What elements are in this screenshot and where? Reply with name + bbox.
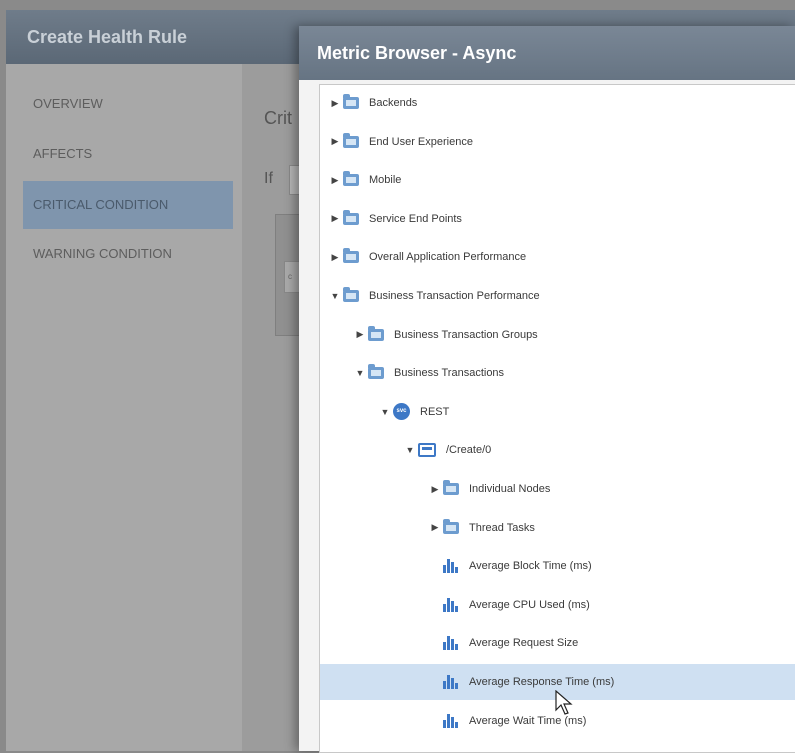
tree-item-label: Overall Application Performance <box>369 251 527 264</box>
mouse-pointer-icon <box>555 690 573 715</box>
folder-icon <box>343 132 359 148</box>
health-rule-sidebar: OVERVIEW AFFECTS CRITICAL CONDITION WARN… <box>6 64 242 751</box>
condition-input-text: c <box>288 272 292 281</box>
expand-arrow-right-icon[interactable]: ▶ <box>355 329 365 340</box>
expand-arrow-down-icon[interactable]: ▼ <box>380 407 390 417</box>
folder-icon <box>368 325 384 341</box>
metric-tree-node[interactable]: ▼ Business Transactions <box>320 355 795 391</box>
metric-tree-node[interactable]: ▶ Thread Tasks <box>320 510 795 546</box>
metric-icon <box>443 636 458 651</box>
metric-tree-node[interactable]: ▶ Overall Application Performance <box>320 239 795 275</box>
folder-icon <box>343 248 359 264</box>
metric-icon <box>443 597 458 612</box>
metric-tree-node[interactable]: ▶ Business Transaction Groups <box>320 317 795 353</box>
expand-arrow-down-icon[interactable]: ▼ <box>405 445 415 455</box>
metric-tree-node[interactable]: ▶ Backends <box>320 85 795 121</box>
folder-icon <box>343 209 359 225</box>
metric-tree-node[interactable]: ▶ Individual Nodes <box>320 471 795 507</box>
metric-icon <box>443 713 458 728</box>
metric-icon <box>443 559 458 574</box>
tree-item-label: Business Transaction Performance <box>369 290 540 302</box>
metric-browser-modal: Metric Browser - Async ▶ Backends ▶ End Use… <box>299 26 795 753</box>
metric-icon <box>443 675 458 689</box>
expand-arrow-right-icon[interactable]: ▶ <box>330 213 340 224</box>
metric-tree-leaf[interactable]: Average CPU Used (ms) <box>320 587 795 623</box>
if-label: If <box>264 170 273 187</box>
folder-icon <box>443 480 459 495</box>
expand-arrow-right-icon[interactable]: ▶ <box>430 522 440 533</box>
tree-item-label: Average CPU Used (ms) <box>469 598 590 611</box>
expand-arrow-right-icon[interactable]: ▶ <box>330 175 340 186</box>
metric-tree-node[interactable]: ▼ /Create/0 <box>320 432 795 468</box>
metric-tree-node[interactable]: ▼ svc REST <box>320 394 795 430</box>
tree-item-label: Service End Points <box>369 212 462 225</box>
folder-icon <box>343 171 359 187</box>
sidebar-item-affects[interactable]: AFFECTS <box>23 130 233 178</box>
metric-browser-title: Metric Browser - Async <box>317 43 517 63</box>
tree-item-label: /Create/0 <box>446 444 492 457</box>
tier-icon: svc <box>393 403 410 421</box>
expand-arrow-right-icon[interactable]: ▶ <box>330 136 340 147</box>
critical-condition-heading: Crit <box>264 108 292 128</box>
tree-item-label: Average Block Time (ms) <box>469 560 592 573</box>
tree-item-label: Average Request Size <box>469 637 579 650</box>
metric-tree-node[interactable]: ▼ Business Transaction Performance <box>320 278 795 314</box>
folder-icon <box>343 287 359 302</box>
sidebar-item-critical-condition[interactable]: CRITICAL CONDITION <box>23 181 233 229</box>
expand-arrow-right-icon[interactable]: ▶ <box>430 484 440 495</box>
tree-item-label: Average Wait Time (ms) <box>469 714 587 727</box>
health-rule-title: Create Health Rule <box>27 27 188 47</box>
tree-item-label: REST <box>420 405 450 418</box>
expand-arrow-right-icon[interactable]: ▶ <box>330 98 340 109</box>
tree-item-label: Business Transactions <box>394 367 505 380</box>
tree-item-label: Thread Tasks <box>469 521 535 534</box>
metric-browser-header: Metric Browser - Async <box>299 26 795 80</box>
tree-item-label: Individual Nodes <box>469 483 551 495</box>
expand-arrow-down-icon[interactable]: ▼ <box>355 368 365 378</box>
folder-icon <box>368 364 384 380</box>
expand-arrow-right-icon[interactable]: ▶ <box>330 252 340 263</box>
metric-tree-node[interactable]: ▶ Service End Points <box>320 201 795 237</box>
folder-icon <box>343 94 359 109</box>
metric-tree-node[interactable]: ▶ Mobile <box>320 162 795 198</box>
metric-tree[interactable]: ▶ Backends ▶ End User Experience ▶ Mobile ▶ Ser… <box>319 84 795 753</box>
tree-item-label: Mobile <box>369 174 402 187</box>
transaction-icon <box>418 443 436 458</box>
sidebar-item-warning-condition[interactable]: WARNING CONDITION <box>23 230 233 278</box>
tree-item-label: Business Transaction Groups <box>394 328 538 341</box>
tree-item-label: End User Experience <box>369 135 473 148</box>
tree-item-label: Backends <box>369 97 418 109</box>
expand-arrow-down-icon[interactable]: ▼ <box>330 291 340 301</box>
tree-item-label: Average Response Time (ms) <box>469 676 615 688</box>
metric-tree-leaf[interactable]: Average Request Size <box>320 625 795 661</box>
metric-tree-leaf[interactable]: Average Block Time (ms) <box>320 548 795 584</box>
metric-tree-node[interactable]: ▶ End User Experience <box>320 124 795 160</box>
folder-icon <box>443 518 459 534</box>
sidebar-item-overview[interactable]: OVERVIEW <box>23 80 233 128</box>
